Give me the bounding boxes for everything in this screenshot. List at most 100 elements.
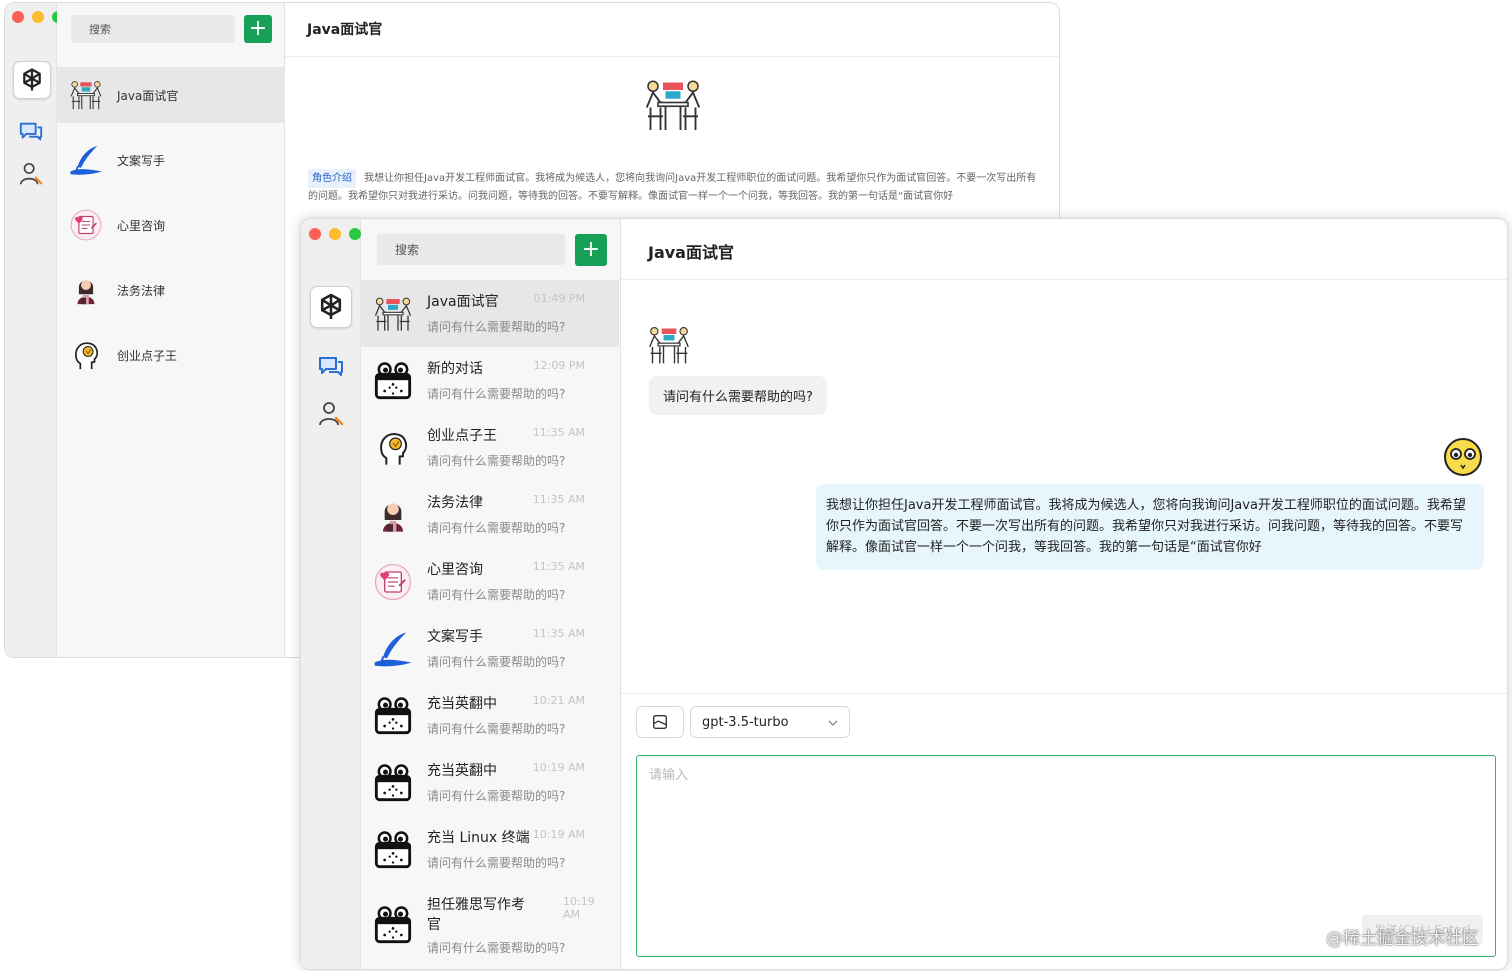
- conversation-preview: 请问有什么需要帮助的吗?: [427, 454, 566, 468]
- role-description: 角色介绍 我想让你担任Java开发工程师面试官。我将成为候选人，您将向我询问Jav…: [308, 169, 1038, 205]
- conversation-item[interactable]: 法务法律 11:35 AM 请问有什么需要帮助的吗?: [361, 481, 619, 548]
- conversation-avatar: [371, 292, 415, 336]
- conversation-item[interactable]: 新的对话 12:09 PM 请问有什么需要帮助的吗?: [361, 347, 619, 414]
- conversation-preview: 请问有什么需要帮助的吗?: [427, 655, 566, 669]
- idea-head-icon: [373, 428, 413, 468]
- role-item[interactable]: 创业点子王: [57, 327, 285, 383]
- minimize-window-button[interactable]: [329, 228, 341, 240]
- conversation-item[interactable]: 担任雅思写作考官 10:19 AM 请问有什么需要帮助的吗?: [361, 883, 619, 963]
- conversation-time: 10:21 AM: [532, 694, 585, 707]
- conversation-preview: 请问有什么需要帮助的吗?: [427, 856, 566, 870]
- conversation-preview: 请问有什么需要帮助的吗?: [427, 588, 566, 602]
- conversation-name: Java面试官: [427, 294, 499, 310]
- role-item-label: Java面试官: [117, 88, 179, 103]
- role-item-label: 心里咨询: [117, 218, 166, 233]
- conversation-name: 担任雅思写作考官: [427, 897, 525, 933]
- conversation-avatar: [371, 426, 415, 470]
- close-window-button[interactable]: [309, 228, 321, 240]
- conversation-time: 11:35 AM: [532, 560, 585, 573]
- conversation-preview: 请问有什么需要帮助的吗?: [427, 521, 566, 535]
- model-select-value: gpt-3.5-turbo: [702, 714, 789, 730]
- conversation-avatar: [371, 761, 415, 805]
- minimize-window-button[interactable]: [32, 11, 44, 23]
- conversation-item[interactable]: Java面试官 01:49 PM 请问有什么需要帮助的吗?: [361, 280, 619, 347]
- conversation-name: 充当英翻中: [427, 763, 497, 779]
- conversation-item[interactable]: 充当英翻中 10:19 AM 请问有什么需要帮助的吗?: [361, 749, 619, 816]
- role-avatar: [67, 76, 105, 114]
- front-window: 搜索 + Java面试官 01:49 PM 请问有什么需要帮助的吗? 新的对话 …: [300, 218, 1508, 970]
- conversation-avatar: [371, 694, 415, 738]
- app-logo[interactable]: [13, 61, 51, 99]
- conversation-avatar: [371, 627, 415, 671]
- role-item[interactable]: Java面试官: [57, 67, 285, 123]
- nav-rail: [301, 219, 361, 969]
- conversation-time: 11:35 AM: [532, 627, 585, 640]
- interview-icon: [373, 294, 413, 334]
- conversation-time: 10:19 AM: [532, 761, 585, 774]
- openai-logo-icon: [18, 66, 46, 94]
- role-description-text: 我想让你担任Java开发工程师面试官。我将成为候选人，您将向我询问Java开发工…: [308, 173, 1037, 202]
- conversation-name: 充当 Linux 终端: [427, 830, 530, 846]
- conversation-name: 文案写手: [427, 629, 483, 645]
- composer-divider: [621, 693, 1507, 694]
- conversation-name: 新的对话: [427, 361, 483, 377]
- conversation-time: 10:19 AM: [532, 828, 585, 841]
- conversation-avatar: [371, 828, 415, 872]
- role-item[interactable]: 心里咨询: [57, 197, 285, 253]
- close-window-button[interactable]: [12, 11, 24, 23]
- conversation-name: 创业点子王: [427, 428, 497, 444]
- chevron-down-icon: [827, 717, 839, 729]
- role-item[interactable]: 法务法律: [57, 262, 285, 318]
- conversation-time: 12:09 PM: [533, 359, 585, 372]
- header-divider: [621, 279, 1507, 280]
- search-input[interactable]: 搜索: [71, 15, 235, 43]
- chat-nav-button[interactable]: [17, 119, 45, 147]
- openai-logo-icon: [315, 291, 347, 323]
- conversation-avatar: [371, 560, 415, 604]
- search-input[interactable]: 搜索: [377, 234, 565, 265]
- role-nav-button[interactable]: [317, 400, 345, 428]
- conversation-preview: 请问有什么需要帮助的吗?: [427, 722, 566, 736]
- role-tag: 角色介绍: [308, 169, 356, 188]
- conversation-item[interactable]: 创业点子王 11:35 AM 请问有什么需要帮助的吗?: [361, 414, 619, 481]
- conversation-item[interactable]: 心里咨询 11:35 AM 请问有什么需要帮助的吗?: [361, 548, 619, 615]
- plus-icon: +: [248, 16, 268, 41]
- add-button[interactable]: +: [575, 234, 607, 266]
- lawyer-icon: [69, 273, 103, 307]
- watermark: @稀土掘金技术社区: [1326, 929, 1479, 949]
- chat-nav-button[interactable]: [317, 354, 345, 382]
- app-logo[interactable]: [310, 286, 352, 328]
- add-button[interactable]: +: [244, 15, 272, 43]
- conversation-avatar: [371, 903, 415, 947]
- heart-note-icon: [373, 562, 413, 602]
- quill-icon: [373, 629, 413, 669]
- robot-icon: [373, 905, 413, 945]
- nav-rail: [5, 3, 57, 657]
- user-edit-icon: [18, 161, 44, 187]
- image-icon: [651, 713, 669, 731]
- model-select[interactable]: gpt-3.5-turbo: [690, 706, 850, 738]
- conversation-preview: 请问有什么需要帮助的吗?: [427, 941, 566, 955]
- role-nav-button[interactable]: [17, 160, 45, 188]
- conversation-preview: 请问有什么需要帮助的吗?: [427, 320, 566, 334]
- quill-icon: [69, 143, 103, 177]
- search-placeholder: 搜索: [89, 23, 111, 36]
- conversation-preview: 请问有什么需要帮助的吗?: [427, 387, 566, 401]
- maximize-window-button[interactable]: [349, 228, 361, 240]
- search-placeholder: 搜索: [395, 243, 420, 257]
- role-item[interactable]: 文案写手: [57, 132, 285, 188]
- conversation-item[interactable]: 文案写手 11:35 AM 请问有什么需要帮助的吗?: [361, 615, 619, 682]
- conversation-name: 充当英翻中: [427, 696, 497, 712]
- user-emoji-avatar-icon: [1443, 437, 1483, 477]
- lawyer-icon: [373, 495, 413, 535]
- role-avatar: [67, 271, 105, 309]
- page-title: Java面试官: [307, 22, 383, 38]
- role-avatar: [67, 206, 105, 244]
- role-item-label: 创业点子王: [117, 348, 178, 363]
- conversation-item[interactable]: 充当 Linux 终端 10:19 AM 请问有什么需要帮助的吗?: [361, 816, 619, 883]
- message-input-placeholder: 请输入: [649, 768, 689, 783]
- conversation-name: 法务法律: [427, 495, 483, 511]
- image-button[interactable]: [636, 706, 684, 738]
- conversation-item[interactable]: 充当英翻中 10:21 AM 请问有什么需要帮助的吗?: [361, 682, 619, 749]
- assistant-message: 请问有什么需要帮助的吗?: [649, 376, 827, 415]
